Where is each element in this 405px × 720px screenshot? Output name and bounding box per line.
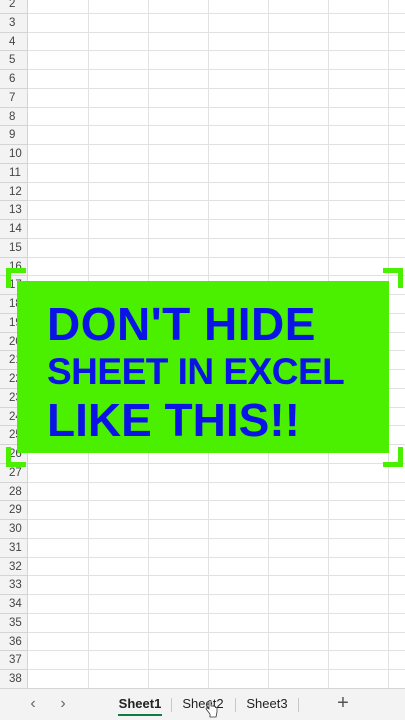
row-number[interactable]: 8 xyxy=(0,107,28,127)
sheet-row[interactable]: 27 xyxy=(0,463,405,483)
sheet-row[interactable]: 30 xyxy=(0,520,405,539)
row-number[interactable]: 29 xyxy=(0,501,28,520)
sheet-row[interactable]: 13 xyxy=(0,201,405,220)
row-number[interactable]: 10 xyxy=(0,145,28,164)
chevron-right-icon[interactable]: › xyxy=(52,693,74,715)
sheet-row[interactable]: 10 xyxy=(0,145,405,164)
row-number[interactable]: 5 xyxy=(0,51,28,70)
tab-separator xyxy=(171,698,172,712)
row-number[interactable]: 3 xyxy=(0,13,28,33)
sheet-row[interactable]: 14 xyxy=(0,220,405,239)
row-number[interactable]: 11 xyxy=(0,163,28,183)
sheet-row[interactable]: 34 xyxy=(0,595,405,614)
row-number[interactable]: 9 xyxy=(0,126,28,145)
sheet-row[interactable]: 2 xyxy=(0,0,405,14)
row-number[interactable]: 38 xyxy=(0,670,28,688)
chevron-left-icon[interactable]: ‹ xyxy=(22,693,44,715)
tab-sheet1[interactable]: Sheet1 xyxy=(114,693,166,717)
sheet-row[interactable]: 6 xyxy=(0,70,405,89)
title-banner: DON'T HIDE SHEET IN EXCEL LIKE THIS!! xyxy=(17,281,389,453)
sheet-tab-bar: ‹ › Sheet1 Sheet2 Sheet3 + xyxy=(0,688,405,720)
sheet-row[interactable]: 3 xyxy=(0,13,405,33)
tab-separator xyxy=(298,698,299,712)
row-number[interactable]: 6 xyxy=(0,70,28,89)
row-number[interactable]: 36 xyxy=(0,632,28,652)
sheet-row[interactable]: 36 xyxy=(0,632,405,652)
row-number[interactable]: 30 xyxy=(0,520,28,539)
tab-separator xyxy=(235,698,236,712)
row-number[interactable]: 34 xyxy=(0,595,28,614)
sheet-row[interactable]: 15 xyxy=(0,238,405,258)
row-number[interactable]: 37 xyxy=(0,651,28,670)
hand-cursor-icon xyxy=(205,700,218,718)
row-number[interactable]: 2 xyxy=(0,0,28,14)
sheet-row[interactable]: 33 xyxy=(0,576,405,595)
sheet-row[interactable]: 38 xyxy=(0,670,405,688)
sheet-row[interactable]: 28 xyxy=(0,482,405,502)
row-number[interactable]: 15 xyxy=(0,238,28,258)
sheet-row[interactable]: 5 xyxy=(0,51,405,70)
sheet-row[interactable]: 35 xyxy=(0,613,405,633)
plus-icon[interactable]: + xyxy=(332,692,354,714)
row-number[interactable]: 4 xyxy=(0,32,28,52)
row-number[interactable]: 28 xyxy=(0,482,28,502)
sheet-row[interactable]: 31 xyxy=(0,538,405,558)
sheet-row[interactable]: 9 xyxy=(0,126,405,145)
sheet-row[interactable]: 32 xyxy=(0,557,405,577)
row-number[interactable]: 33 xyxy=(0,576,28,595)
row-number[interactable]: 31 xyxy=(0,538,28,558)
row-number[interactable]: 12 xyxy=(0,182,28,202)
row-number[interactable]: 14 xyxy=(0,220,28,239)
banner-line-2: SHEET IN EXCEL xyxy=(47,351,345,392)
sheet-row[interactable]: 11 xyxy=(0,163,405,183)
banner-line-3: LIKE THIS!! xyxy=(47,394,300,446)
row-number[interactable]: 32 xyxy=(0,557,28,577)
sheet-row[interactable]: 16 xyxy=(0,257,405,277)
tab-sheet3[interactable]: Sheet3 xyxy=(241,693,293,717)
row-number[interactable]: 7 xyxy=(0,88,28,108)
row-number[interactable]: 13 xyxy=(0,201,28,220)
sheet-row[interactable]: 7 xyxy=(0,88,405,108)
row-number[interactable]: 35 xyxy=(0,613,28,633)
sheet-row[interactable]: 8 xyxy=(0,107,405,127)
sheet-row[interactable]: 37 xyxy=(0,651,405,670)
banner-line-1: DON'T HIDE xyxy=(47,298,316,350)
tab-sheet2[interactable]: Sheet2 xyxy=(177,693,229,717)
sheet-row[interactable]: 4 xyxy=(0,32,405,52)
sheet-row[interactable]: 12 xyxy=(0,182,405,202)
sheet-row[interactable]: 29 xyxy=(0,501,405,520)
